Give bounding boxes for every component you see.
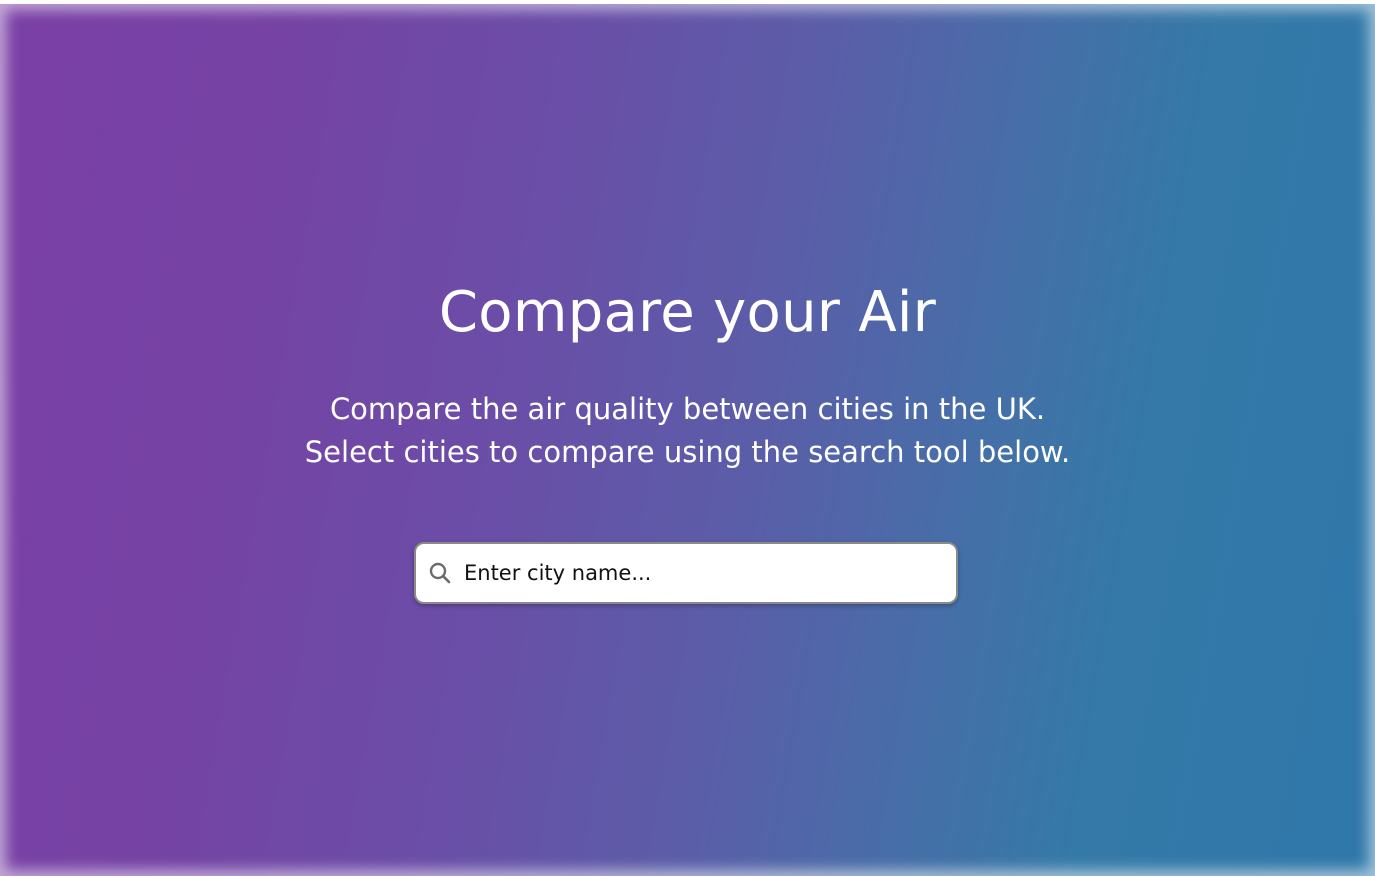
search-icon bbox=[429, 562, 451, 584]
hero-section: Compare your Air Compare the air quality… bbox=[0, 4, 1375, 876]
city-search-box[interactable] bbox=[414, 542, 958, 604]
city-search-input[interactable] bbox=[464, 553, 934, 593]
subtitle-line-1: Compare the air quality between cities i… bbox=[329, 392, 1046, 426]
page-frame: Compare your Air Compare the air quality… bbox=[0, 4, 1375, 876]
page-subtitle: Compare the air quality between cities i… bbox=[0, 388, 1375, 474]
subtitle-line-2: Select cities to compare using the searc… bbox=[304, 435, 1071, 469]
page-title: Compare your Air bbox=[438, 280, 937, 345]
